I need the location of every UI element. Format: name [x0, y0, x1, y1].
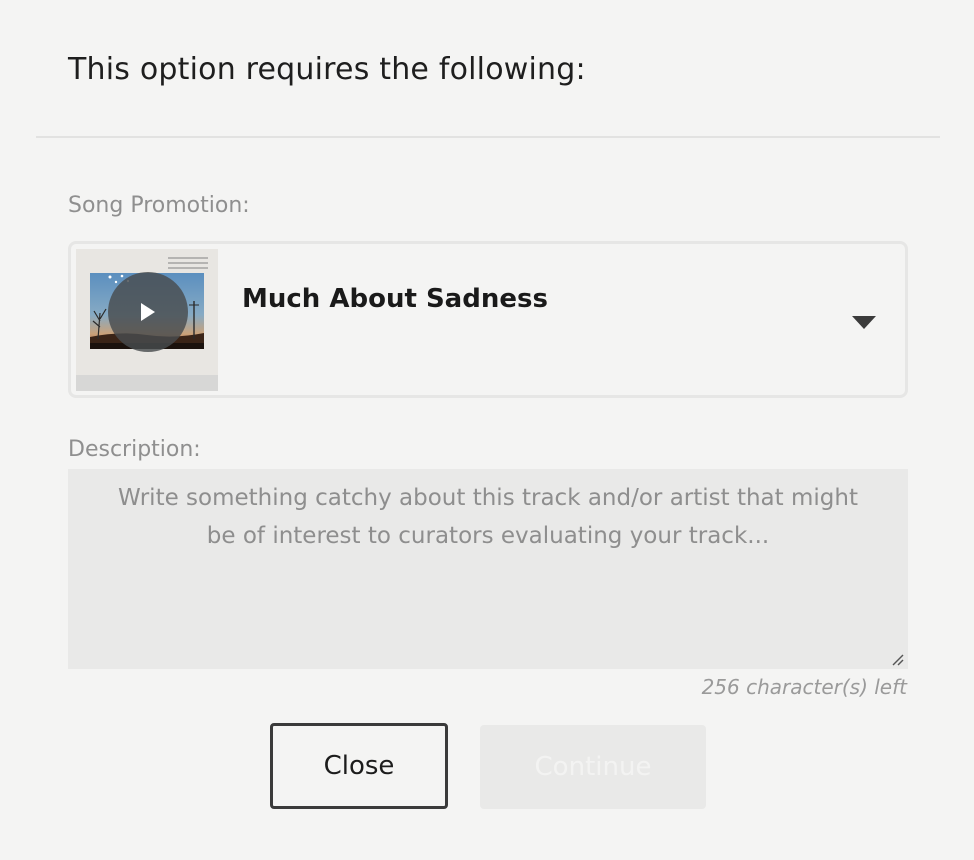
caret-down-icon[interactable]: [852, 316, 876, 329]
continue-button[interactable]: Continue: [480, 725, 706, 809]
song-promotion-label: Song Promotion:: [68, 193, 250, 218]
song-select-dropdown[interactable]: Much About Sadness: [68, 241, 908, 398]
album-cover: [76, 249, 218, 391]
cover-title-lines: [168, 257, 208, 271]
description-textarea[interactable]: [68, 469, 908, 669]
header-divider: [36, 136, 940, 138]
resize-handle-icon[interactable]: [890, 652, 904, 666]
requirements-modal: This option requires the following: Song…: [0, 0, 974, 860]
play-icon: [141, 303, 155, 321]
description-label: Description:: [68, 437, 201, 462]
play-button[interactable]: [108, 272, 188, 352]
close-button[interactable]: Close: [270, 723, 448, 809]
selected-song-title: Much About Sadness: [242, 284, 548, 314]
modal-title: This option requires the following:: [68, 52, 586, 87]
character-counter: 256 character(s) left: [701, 675, 907, 699]
